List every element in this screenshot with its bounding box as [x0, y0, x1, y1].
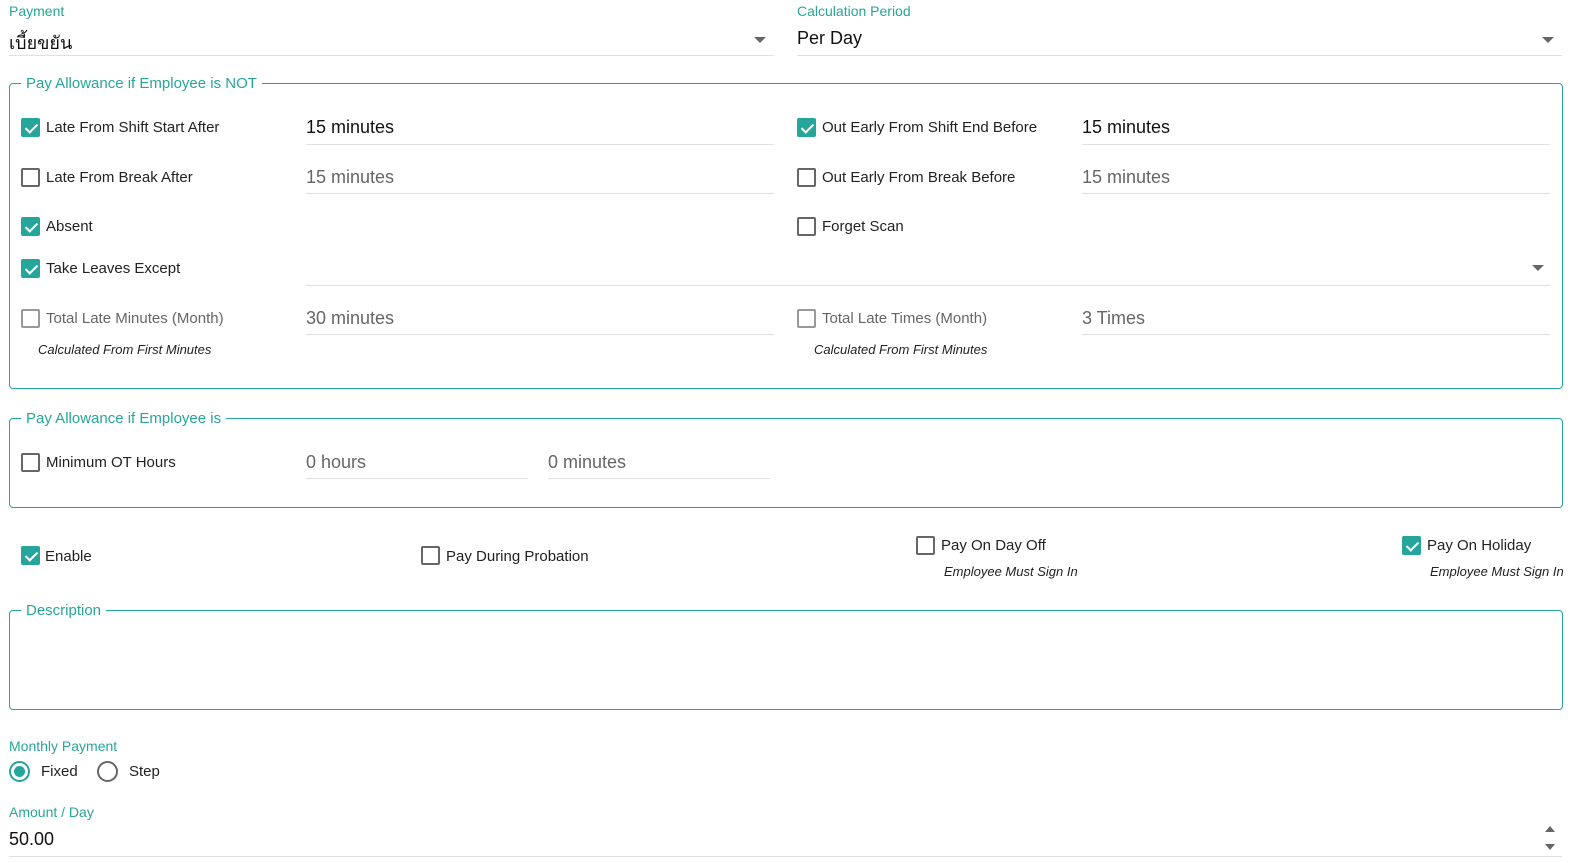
min-ot-hours-underline — [306, 478, 528, 479]
probation-label: Pay During Probation — [446, 548, 589, 565]
absent-label: Absent — [46, 218, 93, 235]
chevron-down-icon — [1542, 37, 1554, 43]
payment-underline — [9, 55, 774, 56]
payment-label: Payment — [9, 3, 65, 19]
is-section-legend: Pay Allowance if Employee is — [21, 410, 227, 427]
min-ot-label: Minimum OT Hours — [46, 454, 176, 471]
total-late-minutes-underline — [306, 334, 774, 335]
late-shift-input[interactable]: 15 minutes — [306, 117, 394, 138]
enable-label: Enable — [45, 548, 92, 565]
min-ot-checkbox[interactable] — [21, 453, 40, 472]
total-late-minutes-note: Calculated From First Minutes — [38, 342, 212, 357]
total-late-minutes-checkbox[interactable] — [21, 309, 40, 328]
out-early-shift-input[interactable]: 15 minutes — [1082, 117, 1170, 138]
step-label: Step — [129, 763, 160, 780]
monthly-payment-label: Monthly Payment — [9, 738, 118, 754]
out-early-shift-label: Out Early From Shift End Before — [822, 119, 1038, 136]
is-section-box — [9, 418, 1563, 508]
payment-select[interactable]: เบี้ยขยัน — [9, 26, 774, 56]
chevron-down-icon — [1532, 265, 1544, 271]
out-early-break-label: Out Early From Break Before — [822, 169, 1016, 186]
holiday-checkbox[interactable] — [1402, 536, 1421, 555]
not-section-box — [9, 83, 1563, 389]
amount-underline — [9, 856, 1562, 857]
min-ot-minutes-underline — [548, 478, 770, 479]
amount-input[interactable]: 50.00 — [9, 829, 54, 850]
absent-checkbox[interactable] — [21, 217, 40, 236]
chevron-down-icon — [754, 37, 766, 43]
calc-period-select[interactable]: Per Day — [797, 26, 1562, 56]
total-late-minutes-label: Total Late Minutes (Month) — [46, 310, 224, 327]
description-textarea[interactable] — [9, 610, 1563, 710]
late-shift-label: Late From Shift Start After — [46, 119, 220, 136]
stepper-down-icon[interactable] — [1545, 844, 1555, 850]
forget-scan-checkbox[interactable] — [797, 217, 816, 236]
total-late-times-label: Total Late Times (Month) — [822, 310, 988, 327]
leave-types-select[interactable] — [306, 255, 1550, 285]
forget-scan-label: Forget Scan — [822, 218, 904, 235]
not-section-legend: Pay Allowance if Employee is NOT — [21, 75, 262, 92]
out-early-shift-underline — [1082, 144, 1550, 145]
late-break-checkbox[interactable] — [21, 168, 40, 187]
min-ot-hours-input[interactable]: 0 hours — [306, 452, 366, 473]
out-early-shift-checkbox[interactable] — [797, 118, 816, 137]
step-radio[interactable] — [97, 761, 118, 782]
fixed-radio[interactable] — [9, 761, 30, 782]
probation-checkbox[interactable] — [421, 546, 440, 565]
calc-period-value: Per Day — [797, 28, 863, 48]
total-late-times-input[interactable]: 3 Times — [1082, 308, 1145, 329]
holiday-note: Employee Must Sign In — [1430, 564, 1564, 579]
day-off-label: Pay On Day Off — [941, 537, 1046, 554]
calc-period-underline — [797, 55, 1562, 56]
take-leaves-checkbox[interactable] — [21, 259, 40, 278]
total-late-times-note: Calculated From First Minutes — [814, 342, 988, 357]
calc-period-label: Calculation Period — [797, 3, 911, 19]
payment-value: เบี้ยขยัน — [9, 33, 73, 53]
leave-types-underline — [306, 285, 1550, 286]
late-shift-checkbox[interactable] — [21, 118, 40, 137]
holiday-label: Pay On Holiday — [1427, 537, 1532, 554]
out-early-break-checkbox[interactable] — [797, 168, 816, 187]
late-break-underline — [306, 193, 774, 194]
out-early-break-input[interactable]: 15 minutes — [1082, 167, 1170, 188]
min-ot-minutes-input[interactable]: 0 minutes — [548, 452, 626, 473]
out-early-break-underline — [1082, 193, 1550, 194]
total-late-minutes-input[interactable]: 30 minutes — [306, 308, 394, 329]
late-break-input[interactable]: 15 minutes — [306, 167, 394, 188]
total-late-times-checkbox[interactable] — [797, 309, 816, 328]
late-break-label: Late From Break After — [46, 169, 193, 186]
day-off-checkbox[interactable] — [916, 536, 935, 555]
enable-checkbox[interactable] — [21, 546, 40, 565]
day-off-note: Employee Must Sign In — [944, 564, 1078, 579]
fixed-label: Fixed — [41, 763, 78, 780]
total-late-times-underline — [1082, 334, 1550, 335]
amount-label: Amount / Day — [9, 804, 94, 820]
description-legend: Description — [21, 602, 107, 619]
take-leaves-label: Take Leaves Except — [46, 260, 181, 277]
late-shift-underline — [306, 144, 774, 145]
stepper-up-icon[interactable] — [1545, 826, 1555, 832]
